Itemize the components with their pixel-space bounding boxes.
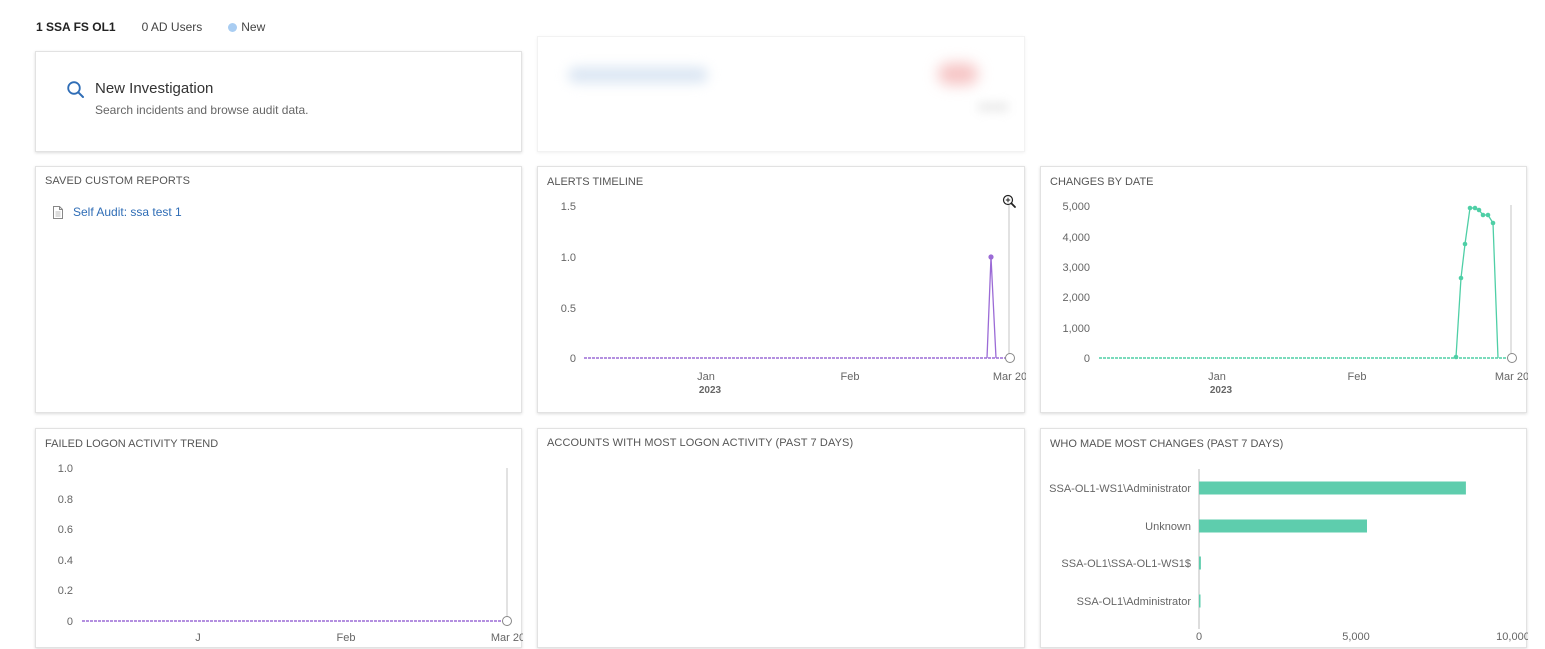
y-tick-label: 3,000	[1062, 262, 1090, 274]
data-point[interactable]	[1476, 207, 1482, 213]
who-made-most-changes-chart: WHO MADE MOST CHANGES (PAST 7 DAYS) SSA-…	[1049, 438, 1528, 643]
y-tick-label: 2,000	[1062, 292, 1090, 304]
loading-placeholder	[938, 63, 978, 85]
bar-category-label: SSA-OL1\SSA-OL1-WS1$	[1061, 558, 1191, 570]
x-tick-label: Feb	[841, 371, 860, 383]
changes-line-series	[1455, 207, 1499, 359]
who-changed-title: WHO MADE MOST CHANGES (PAST 7 DAYS)	[1050, 438, 1283, 450]
bar-category-label: Unknown	[1145, 521, 1191, 533]
data-point[interactable]	[1453, 354, 1459, 360]
x-tick-label: J	[195, 632, 201, 644]
alerts-timeline-card: ALERTS TIMELINE 1.5 1.0 0.5 0 Jan 2023 F…	[537, 166, 1026, 413]
failed-logon-title: FAILED LOGON ACTIVITY TREND	[45, 438, 218, 450]
data-point[interactable]	[1490, 220, 1496, 226]
bar[interactable]	[1199, 519, 1367, 533]
y-tick-label: 4,000	[1062, 232, 1090, 244]
y-tick-label: 0	[1084, 353, 1090, 365]
failed-logon-card: FAILED LOGON ACTIVITY TREND 1.0 0.8 0.6 …	[35, 428, 523, 648]
loading-placeholder	[568, 67, 708, 83]
data-point[interactable]	[1467, 205, 1473, 211]
x-tick-label: Jan	[1208, 371, 1226, 383]
y-tick-label: 0.8	[58, 494, 73, 506]
saved-custom-reports-card: SAVED CUSTOM REPORTS Self Audit: ssa tes…	[35, 166, 522, 413]
accounts-logon-title: ACCOUNTS WITH MOST LOGON ACTIVITY (PAST …	[547, 437, 854, 449]
saved-report-link[interactable]: Self Audit: ssa test 1	[52, 205, 182, 219]
y-tick-label: 0	[570, 353, 576, 365]
y-tick-label: 1.0	[561, 252, 576, 264]
y-tick-label: 5,000	[1062, 201, 1090, 213]
bar[interactable]	[1199, 481, 1466, 495]
who-made-most-changes-card: WHO MADE MOST CHANGES (PAST 7 DAYS) SSA-…	[1040, 428, 1528, 648]
changes-by-date-chart: CHANGES BY DATE 5,000 4,000 3,000 2,000 …	[1050, 176, 1528, 396]
data-point[interactable]	[1458, 275, 1464, 281]
range-handle[interactable]	[1005, 353, 1015, 363]
bar[interactable]	[1199, 594, 1201, 608]
y-tick-label: 1,000	[1062, 323, 1090, 335]
range-handle[interactable]	[1507, 353, 1517, 363]
x-tick-label: Feb	[1348, 371, 1367, 383]
data-points	[1453, 205, 1496, 360]
changes-by-date-title: CHANGES BY DATE	[1050, 176, 1154, 188]
y-tick-label: 0.2	[58, 585, 73, 597]
x-tick-label: Feb	[337, 632, 356, 644]
data-point[interactable]	[1480, 212, 1486, 218]
y-tick-label: 0.5	[561, 303, 576, 315]
x-tick-label: 10,000	[1496, 631, 1528, 643]
x-tick-label: Jan	[697, 371, 715, 383]
x-tick-label: Mar 20	[993, 371, 1026, 383]
bar-category-label: SSA-OL1-WS1\Administrator	[1049, 483, 1191, 495]
range-handle[interactable]	[502, 616, 512, 626]
alerts-line-series	[986, 256, 997, 359]
ad-users-count[interactable]: 0 AD Users	[142, 20, 203, 34]
y-tick-label: 0	[67, 616, 73, 628]
x-tick-label: 5,000	[1342, 631, 1370, 643]
x-tick-label: Mar 20	[1495, 371, 1528, 383]
search-icon	[67, 81, 84, 98]
y-tick-label: 1.0	[58, 463, 73, 475]
x-year-label: 2023	[699, 385, 722, 396]
x-tick-label: Mar 20	[491, 632, 523, 644]
data-point[interactable]	[1472, 205, 1478, 211]
y-tick-label: 0.4	[58, 555, 73, 567]
alerts-timeline-chart: ALERTS TIMELINE 1.5 1.0 0.5 0 Jan 2023 F…	[547, 176, 1026, 396]
site-name[interactable]: 1 SSA FS OL1	[36, 20, 116, 34]
new-investigation-subtitle: Search incidents and browse audit data.	[95, 103, 309, 117]
loading-card	[537, 36, 1025, 152]
data-point[interactable]	[988, 254, 994, 260]
status-dot-icon	[228, 22, 238, 32]
alerts-timeline-title: ALERTS TIMELINE	[547, 176, 643, 188]
status-label: New	[241, 20, 266, 34]
loading-placeholder	[978, 103, 1008, 111]
changes-by-date-card: CHANGES BY DATE 5,000 4,000 3,000 2,000 …	[1040, 166, 1528, 413]
new-investigation-card[interactable]: New Investigation Search incidents and b…	[35, 51, 522, 152]
bar[interactable]	[1199, 556, 1201, 570]
x-year-label: 2023	[1210, 385, 1233, 396]
hbar-group: SSA-OL1-WS1\Administrator Unknown SSA-OL1\…	[1049, 481, 1466, 608]
failed-logon-chart: FAILED LOGON ACTIVITY TREND 1.0 0.8 0.6 …	[45, 438, 523, 644]
data-point[interactable]	[1462, 241, 1468, 247]
saved-report-label: Self Audit: ssa test 1	[73, 205, 182, 219]
y-tick-label: 1.5	[561, 201, 576, 213]
document-icon	[53, 205, 63, 219]
x-tick-label: 0	[1196, 631, 1202, 643]
new-investigation-title: New Investigation	[95, 80, 214, 97]
site-header: 1 SSA FS OL1 0 AD Users New	[36, 18, 265, 36]
bar-category-label: SSA-OL1\Administrator	[1077, 596, 1192, 608]
y-tick-label: 0.6	[58, 524, 73, 536]
accounts-logon-activity-card: ACCOUNTS WITH MOST LOGON ACTIVITY (PAST …	[537, 428, 1025, 648]
data-point[interactable]	[1485, 212, 1491, 218]
saved-reports-title: SAVED CUSTOM REPORTS	[45, 175, 191, 187]
